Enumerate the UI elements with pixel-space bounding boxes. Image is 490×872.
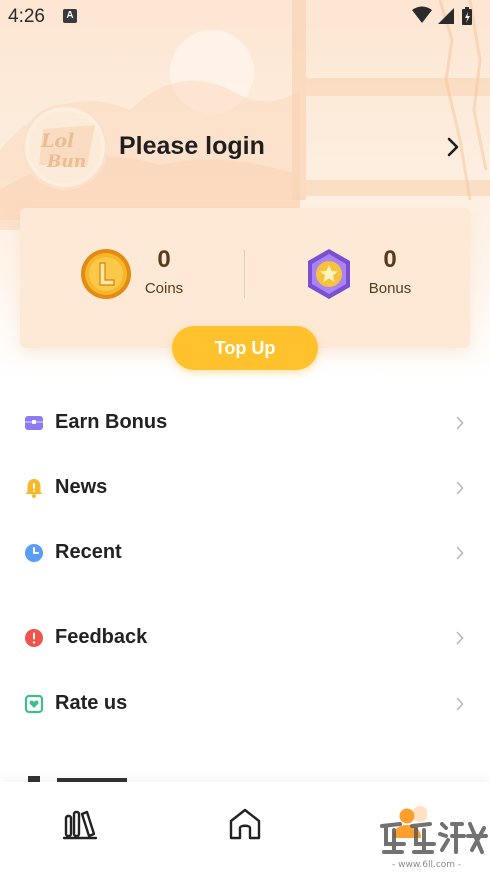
chevron-right-icon	[456, 546, 464, 560]
status-icons	[412, 6, 472, 25]
menu-item-recent[interactable]: Recent	[0, 528, 490, 578]
menu-item-rate-us[interactable]: Rate us	[0, 679, 490, 729]
svg-text:Lol: Lol	[40, 130, 74, 152]
chevron-right-icon	[456, 697, 464, 711]
coins-label: Coins	[144, 280, 184, 297]
bookshelf-icon[interactable]	[61, 804, 101, 844]
menu-label: Recent	[55, 541, 122, 563]
clock-icon	[25, 544, 43, 562]
svg-text:- www.6ll.com -: - www.6ll.com -	[392, 860, 461, 870]
chevron-right-icon[interactable]	[444, 136, 462, 158]
status-time: 4:26	[8, 6, 45, 27]
wifi-icon	[412, 6, 432, 23]
battery-icon	[462, 7, 472, 25]
top-up-button[interactable]: Top Up	[172, 326, 318, 370]
bonus-star-icon	[308, 249, 350, 299]
lolebum-logo-icon[interactable]: Lol Bun	[22, 104, 108, 190]
coins-value: 0	[157, 246, 171, 273]
menu-label: News	[55, 476, 108, 498]
menu-label: Earn Bonus	[55, 411, 168, 433]
menu-label: Feedback	[55, 626, 148, 648]
rate-heart-icon	[24, 694, 44, 714]
chevron-right-icon	[456, 631, 464, 645]
a-badge-icon: A	[63, 9, 77, 23]
login-prompt[interactable]: Please login	[119, 132, 265, 161]
alert-icon	[25, 629, 43, 647]
menu-label: Rate us	[55, 692, 128, 714]
menu-item-earn-bonus[interactable]: Earn Bonus	[0, 398, 490, 448]
bell-icon	[25, 479, 43, 498]
bonus-value: 0	[383, 246, 397, 273]
signal-icon	[438, 8, 454, 24]
watermark-logo: - www.6ll.com -	[380, 822, 488, 870]
status-bar: 4:26 A	[0, 0, 490, 34]
menu-item-partial	[28, 776, 127, 782]
bonus-label: Bonus	[368, 280, 412, 297]
chevron-right-icon	[456, 416, 464, 430]
svg-text:Bun: Bun	[46, 152, 86, 172]
home-icon[interactable]	[225, 804, 265, 844]
login-row[interactable]: Lol Bun Please login	[22, 104, 468, 192]
chevron-right-icon	[456, 481, 464, 495]
wallet-divider	[244, 250, 245, 298]
treasure-box-icon	[25, 416, 43, 430]
menu-item-news[interactable]: News	[0, 463, 490, 513]
menu-item-feedback[interactable]: Feedback	[0, 613, 490, 663]
